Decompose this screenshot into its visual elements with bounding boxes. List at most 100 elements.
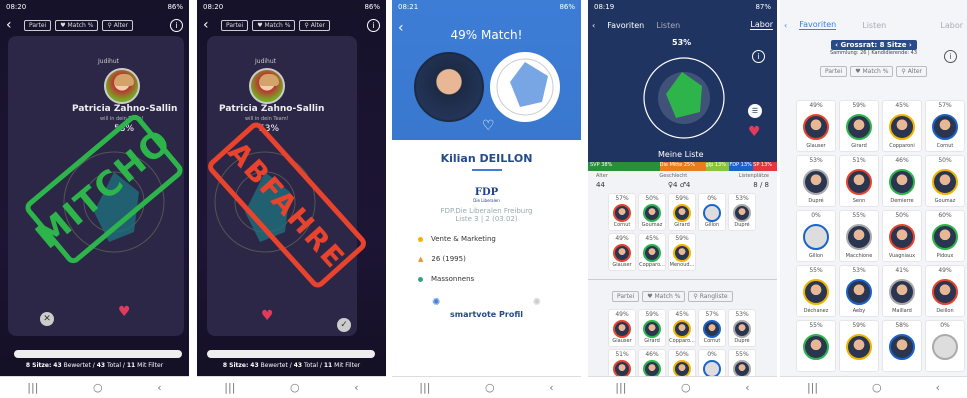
filter-match-button[interactable]: ♥ Match % bbox=[850, 66, 894, 77]
back-nav-icon[interactable]: ‹ bbox=[157, 381, 161, 394]
back-nav-icon[interactable]: ‹ bbox=[354, 381, 358, 394]
candidate-match: 59% bbox=[852, 322, 866, 329]
candidate-cell[interactable]: 45% Copparo... bbox=[668, 309, 696, 347]
filter-age-button[interactable]: ⚲ Alter bbox=[896, 66, 927, 77]
reject-button[interactable]: ✕ bbox=[40, 312, 54, 326]
like-heart-icon[interactable]: ♡ bbox=[482, 118, 495, 134]
status-bar bbox=[780, 0, 967, 14]
tab-labor[interactable]: Labor bbox=[940, 21, 963, 30]
tab-favoriten[interactable]: Favoriten bbox=[607, 21, 644, 30]
avatar-hair bbox=[114, 74, 134, 86]
like-heart-icon[interactable]: ♥ bbox=[118, 304, 131, 320]
back-nav-icon[interactable]: ‹ bbox=[936, 381, 940, 394]
candidate-cell[interactable]: 59% Menoud... bbox=[668, 233, 696, 271]
candidate-cell[interactable]: 45% Copparoni bbox=[882, 100, 922, 152]
candidate-cell[interactable]: 49% Glauser bbox=[796, 100, 836, 152]
candidate-cell[interactable]: 49% Deillon bbox=[925, 265, 965, 317]
tab-labor[interactable]: Labor bbox=[750, 20, 773, 30]
candidate-cell[interactable]: 55% Déchanez bbox=[796, 265, 836, 317]
candidate-cell[interactable]: 50% Vuagniaux bbox=[882, 210, 922, 262]
candidate-cell[interactable]: 58% bbox=[882, 320, 922, 372]
accept-button[interactable]: ✓ bbox=[337, 318, 351, 332]
party-segment-svp: SVP 38% bbox=[588, 162, 660, 171]
favorite-heart-icon[interactable]: ♥ bbox=[748, 124, 761, 140]
filter-age-button[interactable]: ⚲ Alter bbox=[299, 19, 330, 31]
tab-listen[interactable]: Listen bbox=[862, 21, 886, 30]
filter-match-button[interactable]: ♥ Match % bbox=[642, 291, 686, 302]
filter-party-button[interactable]: Partei bbox=[820, 66, 848, 77]
candidate-match: 57% bbox=[615, 195, 629, 202]
candidate-cell[interactable]: 55% bbox=[796, 320, 836, 372]
tab-favoriten[interactable]: Favoriten bbox=[799, 20, 837, 30]
candidate-match: 59% bbox=[852, 102, 866, 109]
list-icon[interactable]: ☰ bbox=[748, 104, 762, 118]
info-icon[interactable]: i bbox=[944, 50, 957, 63]
tab-listen[interactable]: Listen bbox=[656, 21, 680, 30]
filter-rank-button[interactable]: ⚲ Rangliste bbox=[688, 291, 733, 302]
back-icon[interactable]: ‹ bbox=[592, 21, 595, 30]
candidate-cell[interactable]: 50% Goumaz bbox=[638, 193, 666, 231]
candidate-match: 45% bbox=[675, 311, 689, 318]
candidate-cell[interactable]: 49% Glauser bbox=[608, 233, 636, 271]
recents-icon[interactable]: ||| bbox=[27, 381, 38, 394]
filter-match-button[interactable]: ♥ Match % bbox=[252, 19, 296, 31]
candidate-cell[interactable]: 59% Girard bbox=[668, 193, 696, 231]
recents-icon[interactable]: ||| bbox=[224, 381, 235, 394]
candidate-cell[interactable]: 53% Dupré bbox=[728, 193, 756, 231]
filter-age-button[interactable]: ⚲ Alter bbox=[102, 19, 133, 31]
home-icon[interactable]: ○ bbox=[681, 381, 691, 394]
candidate-cell[interactable]: 53% Dupré bbox=[728, 309, 756, 347]
recents-icon[interactable]: ||| bbox=[807, 381, 818, 394]
like-heart-icon[interactable]: ♥ bbox=[261, 308, 274, 324]
candidate-avatar bbox=[673, 319, 691, 338]
divider bbox=[588, 279, 777, 280]
candidate-name: Gillon bbox=[704, 222, 720, 228]
home-icon[interactable]: ○ bbox=[872, 381, 882, 394]
candidate-cell[interactable]: 53% Aeby bbox=[839, 265, 879, 317]
candidate-cell[interactable]: 60% Pidoux bbox=[925, 210, 965, 262]
home-icon[interactable]: ○ bbox=[485, 381, 495, 394]
candidate-cell[interactable]: 50% Goumaz bbox=[925, 155, 965, 207]
candidate-cell[interactable]: 59% Girard bbox=[638, 309, 666, 347]
filter-bar: Partei ♥ Match % ⚲ Alter bbox=[780, 66, 967, 77]
filter-party-button[interactable]: Partei bbox=[612, 291, 640, 302]
recents-icon[interactable]: ||| bbox=[615, 381, 626, 394]
candidate-cell[interactable]: 51% Senn bbox=[839, 155, 879, 207]
back-icon[interactable]: ‹ bbox=[6, 17, 20, 33]
council-selector[interactable]: ‹ Grossrat: 8 Sitze › bbox=[830, 40, 917, 50]
filter-party-button[interactable]: Partei bbox=[24, 19, 52, 31]
candidate-match: 53% bbox=[809, 157, 823, 164]
back-icon[interactable]: ‹ bbox=[203, 17, 217, 33]
back-nav-icon[interactable]: ‹ bbox=[549, 381, 553, 394]
candidate-cell[interactable]: 59% Girard bbox=[839, 100, 879, 152]
candidate-cell[interactable]: 0% bbox=[925, 320, 965, 372]
candidate-cell[interactable]: 46% Demierre bbox=[882, 155, 922, 207]
candidate-cell[interactable]: 57% Cornut bbox=[698, 309, 726, 347]
info-icon[interactable]: i bbox=[367, 18, 380, 32]
recents-icon[interactable]: ||| bbox=[419, 381, 430, 394]
candidate-cell[interactable]: 55% Macchione bbox=[839, 210, 879, 262]
candidate-cell[interactable]: 53% Dupré bbox=[796, 155, 836, 207]
candidate-cell[interactable]: 57% Cornut bbox=[608, 193, 636, 231]
info-icon[interactable]: i bbox=[170, 18, 183, 32]
filter-match-button[interactable]: ♥ Match % bbox=[55, 19, 99, 31]
home-icon[interactable]: ○ bbox=[93, 381, 103, 394]
filter-party-button[interactable]: Partei bbox=[221, 19, 249, 31]
back-nav-icon[interactable]: ‹ bbox=[745, 381, 749, 394]
candidate-cell[interactable]: 57% Cornut bbox=[925, 100, 965, 152]
candidate-cell[interactable]: 45% Copparo... bbox=[638, 233, 666, 271]
gear-icon[interactable]: ✺ bbox=[432, 297, 440, 308]
party-segment-mitte: Die Mitte 25% bbox=[659, 162, 706, 171]
info-icon[interactable]: i bbox=[752, 50, 765, 63]
gear-icon-inactive[interactable]: ✺ bbox=[533, 297, 541, 308]
home-icon[interactable]: ○ bbox=[290, 381, 300, 394]
candidate-cell[interactable]: 0% Gillon bbox=[698, 193, 726, 231]
candidate-cell[interactable]: 59% bbox=[839, 320, 879, 372]
candidate-cell[interactable]: 0% Gillon bbox=[796, 210, 836, 262]
candidate-match: 45% bbox=[645, 235, 659, 242]
candidate-cell[interactable]: 41% Maillard bbox=[882, 265, 922, 317]
candidate-cell[interactable]: 49% Glauser bbox=[608, 309, 636, 347]
candidate-match: 51% bbox=[615, 351, 629, 358]
smartvote-profile-tab[interactable]: smartvote Profil bbox=[392, 310, 581, 319]
back-icon[interactable]: ‹ bbox=[784, 21, 787, 30]
